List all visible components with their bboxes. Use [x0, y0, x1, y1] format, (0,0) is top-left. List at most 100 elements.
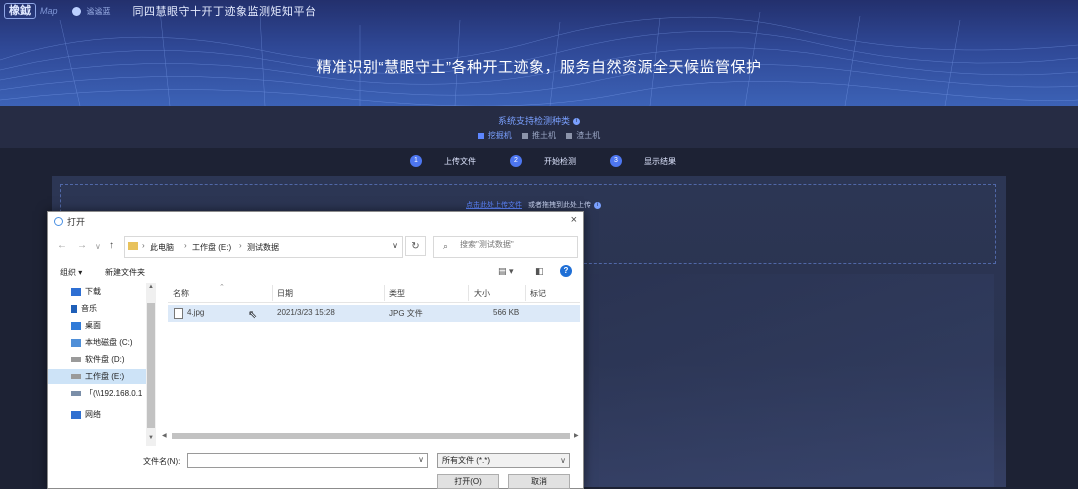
file-name: 4.jpg [187, 308, 205, 317]
platform-title: 同四慧眼守十开丁迹象监测矩知平台 [132, 6, 317, 18]
address-bar[interactable]: › 此电脑 › 工作盘 (E:) › 测试数据 ∨ [124, 236, 403, 258]
chevron-down-icon[interactable]: ∨ [418, 455, 424, 464]
step-result: 3 显示结果 [610, 155, 676, 167]
horizontal-scrollbar[interactable]: ◀ ▶ [162, 431, 583, 441]
support-options: 挖掘机 推土机 渣土机 [0, 130, 1078, 141]
support-title: 系统支持检测种类 i [0, 114, 1078, 127]
refresh-icon[interactable]: ↻ [405, 236, 426, 256]
nav-item-drive-d[interactable]: 软件盘 (D:) [48, 352, 146, 367]
music-icon [71, 304, 77, 313]
option-excavator[interactable]: 挖掘机 [477, 131, 512, 140]
desktop-icon [71, 321, 81, 330]
column-divider [272, 285, 273, 301]
column-divider [384, 285, 385, 301]
scroll-thumb[interactable] [147, 303, 155, 428]
checkbox-icon [477, 132, 484, 139]
mouse-cursor-icon: ⇖ [248, 309, 258, 321]
breadcrumb-this-pc[interactable]: 此电脑 [150, 242, 174, 253]
step-indicator: 1 上传文件 2 开始检测 3 显示结果 [410, 155, 710, 167]
hero-banner: 橡鉞 Map 谧谧蓝 同四慧眼守十开丁迹象监测矩知平台 精准识别“慧眼守土”各种… [0, 0, 1078, 106]
option-muck-truck[interactable]: 渣土机 [566, 131, 600, 140]
chevron-right-icon: › [239, 241, 242, 250]
option-bulldozer[interactable]: 推土机 [522, 131, 556, 140]
step-detect: 2 开始检测 [510, 155, 576, 167]
column-tags[interactable]: 标记 [530, 288, 546, 299]
nav-item-music[interactable]: 音乐 [48, 301, 146, 316]
dropzone-text: 点击此处上传文件 或者拖拽到此处上传 i [466, 200, 601, 210]
chevron-right-icon: › [142, 241, 145, 250]
scroll-up-icon[interactable]: ▲ [148, 284, 154, 290]
up-arrow-icon[interactable]: ↑ [109, 240, 114, 251]
column-size[interactable]: 大小 [474, 288, 490, 299]
view-options-icon[interactable]: ▤ ▾ [498, 266, 514, 277]
scroll-left-icon[interactable]: ◀ [162, 432, 167, 439]
scroll-down-icon[interactable]: ▼ [148, 435, 154, 441]
breadcrumb-test-data[interactable]: 测试数据 [247, 242, 279, 253]
nav-item-desktop[interactable]: 桌面 [48, 318, 146, 333]
breadcrumb-drive-e[interactable]: 工作盘 (E:) [192, 242, 231, 253]
drive-icon [71, 338, 81, 347]
info-icon[interactable]: i [594, 201, 601, 209]
image-file-icon [174, 308, 183, 319]
logo-sub: Map [40, 6, 58, 16]
network-drive-icon [71, 391, 81, 396]
nav-item-network-drive[interactable]: 「(\\192.168.0.1 [48, 386, 146, 401]
organize-menu[interactable]: 组织 ▾ [60, 267, 82, 278]
forward-arrow-icon[interactable]: → [77, 240, 87, 251]
checkbox-icon [566, 132, 573, 139]
upper-band [0, 106, 1078, 148]
checkbox-icon [522, 132, 528, 139]
chrome-icon [54, 217, 63, 226]
globe-icon [71, 6, 81, 16]
file-list-header: ⌃ 名称 日期 类型 大小 标记 [168, 284, 580, 303]
nav-item-drive-e[interactable]: 工作盘 (E:) [48, 369, 146, 384]
filename-label: 文件名(N): [143, 457, 181, 466]
chevron-right-icon: › [184, 241, 187, 250]
sort-arrow-icon: ⌃ [219, 284, 225, 291]
chevron-down-icon: ∨ [560, 456, 566, 465]
navigation-pane: 下载 音乐 桌面 本地磁盘 (C:) 软件盘 (D:) 工作盘 (E:) 「(\… [48, 282, 156, 432]
chevron-down-icon[interactable]: ∨ [95, 242, 101, 251]
search-input[interactable] [460, 240, 570, 249]
new-folder-button[interactable]: 新建文件夹 [105, 267, 145, 278]
info-icon[interactable]: i [573, 118, 580, 126]
column-name[interactable]: 名称 [173, 288, 189, 299]
network-icon [71, 410, 81, 419]
dialog-title: 打开 [67, 217, 86, 227]
scroll-thumb[interactable] [172, 433, 570, 439]
file-type: JPG 文件 [389, 309, 423, 318]
drive-icon [71, 357, 81, 362]
column-divider [468, 285, 469, 301]
close-icon[interactable]: × [571, 214, 577, 226]
file-size: 566 KB [493, 308, 520, 317]
nav-item-downloads[interactable]: 下载 [48, 284, 146, 299]
filename-field[interactable]: ∨ [187, 453, 428, 468]
column-divider [525, 285, 526, 301]
preview-pane-icon[interactable]: ◧ [535, 266, 544, 277]
search-box[interactable]: ⌕ [433, 236, 578, 258]
folder-icon [128, 242, 138, 250]
open-file-dialog: 打开 × ← → ∨ ↑ › 此电脑 › 工作盘 (E:) › 测试数据 ∨ ↻… [47, 211, 584, 489]
top-navbar: 橡鉞 Map 谧谧蓝 同四慧眼守十开丁迹象监测矩知平台 [0, 0, 1078, 22]
result-area [589, 274, 994, 487]
upload-link[interactable]: 点击此处上传文件 [466, 202, 522, 209]
logo-small: 谧谧蓝 [86, 6, 111, 16]
filetype-select[interactable]: 所有文件 (*.*) ∨ [437, 453, 570, 468]
file-row[interactable]: 4.jpg 2021/3/23 15:28 JPG 文件 566 KB [168, 305, 580, 322]
download-icon [71, 287, 81, 296]
file-date: 2021/3/23 15:28 [277, 308, 335, 317]
logo: 橡鉞 [4, 3, 36, 19]
nav-scrollbar[interactable]: ▲ ▼ [146, 283, 156, 446]
scroll-right-icon[interactable]: ▶ [574, 432, 579, 439]
drive-icon [71, 374, 81, 379]
nav-item-drive-c[interactable]: 本地磁盘 (C:) [48, 335, 146, 350]
column-date[interactable]: 日期 [277, 288, 293, 299]
back-arrow-icon[interactable]: ← [57, 240, 67, 251]
slogan: 精准识别“慧眼守土”各种开工迹象，服务自然资源全天候监管保护 [316, 59, 762, 76]
chevron-down-icon[interactable]: ∨ [392, 241, 398, 250]
help-icon[interactable]: ? [560, 265, 572, 277]
dialog-titlebar: 打开 × [48, 212, 583, 232]
step-upload: 1 上传文件 [410, 155, 476, 167]
nav-item-network[interactable]: 网络 [48, 407, 146, 422]
column-type[interactable]: 类型 [389, 288, 405, 299]
